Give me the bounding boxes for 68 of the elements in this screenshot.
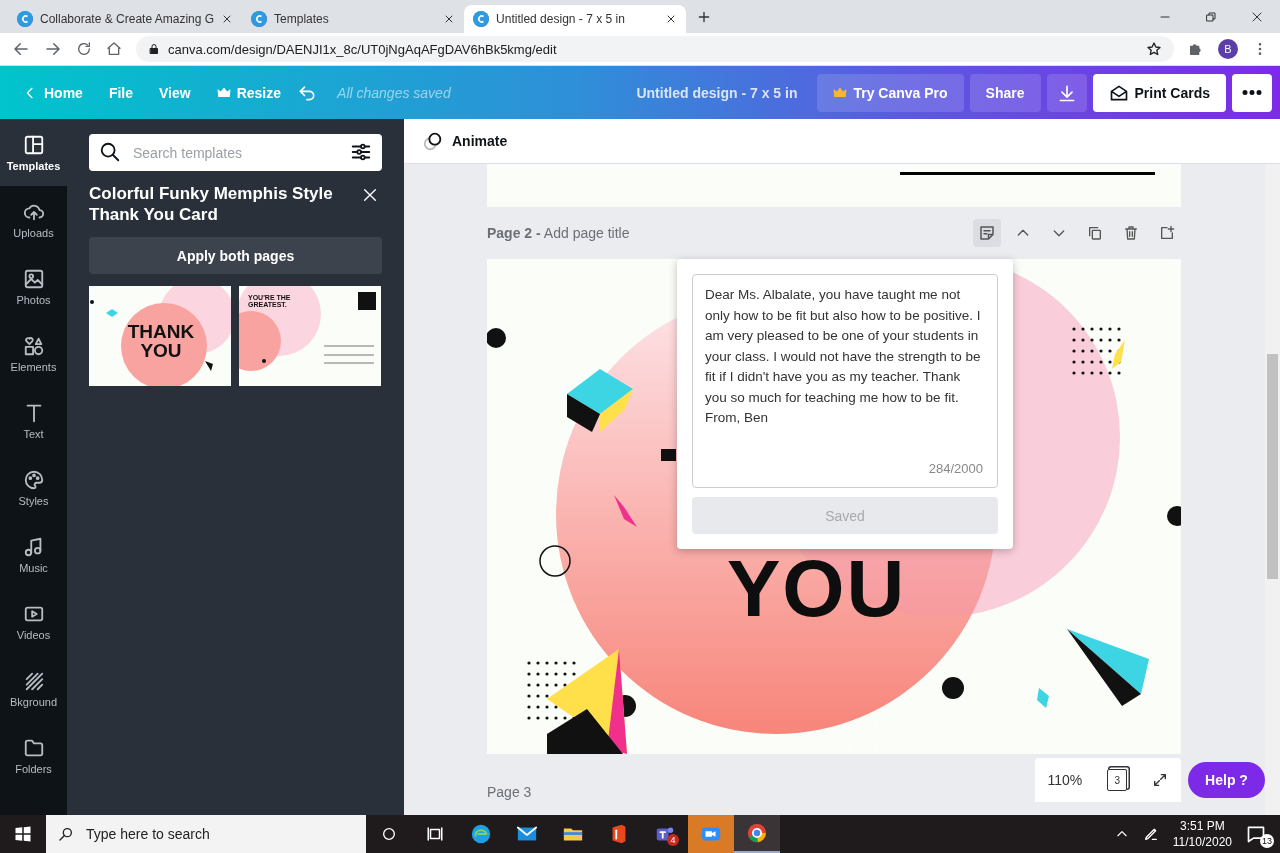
notification-count: 13 [1260, 834, 1274, 848]
crown-icon [216, 85, 231, 100]
share-button[interactable]: Share [969, 73, 1041, 112]
chrome-icon [746, 822, 768, 844]
add-page-icon [1159, 225, 1175, 241]
favicon-icon [473, 11, 490, 27]
search-field[interactable]: Search templates [89, 134, 382, 171]
card-text: YOU [727, 549, 907, 629]
crown-icon [833, 85, 848, 100]
trash-icon [1123, 225, 1139, 241]
clock[interactable]: 3:51 PM 11/10/2020 [1172, 818, 1232, 850]
copy-icon [1087, 225, 1103, 241]
print-cards-button[interactable]: Print Cards [1092, 73, 1226, 112]
page-count-button[interactable]: 3 [1107, 769, 1128, 791]
browser-tab[interactable]: Collaborate & Create Amazing G [8, 5, 243, 33]
close-icon [362, 187, 378, 203]
windows-icon [14, 825, 32, 843]
filter-sliders-icon [350, 141, 372, 163]
profile-avatar[interactable]: B [1218, 39, 1238, 59]
star-icon [1146, 41, 1162, 57]
notes-button[interactable] [973, 219, 1001, 247]
forward-arrow-icon [44, 40, 62, 58]
templates-icon [22, 133, 45, 156]
sidebar-item[interactable]: Templates [0, 119, 67, 186]
thumbnail-text: THANK YOU [126, 322, 196, 360]
favicon-icon [17, 11, 33, 27]
notification-badge: 4 [667, 834, 679, 846]
animate-button[interactable]: Animate [416, 129, 514, 153]
character-counter: 284/2000 [928, 459, 983, 478]
taskbar-app[interactable] [734, 815, 780, 853]
template-thumbnail[interactable]: THANK YOU [89, 286, 231, 386]
try-pro-button[interactable]: Try Canva Pro [817, 73, 964, 112]
task-view-icon [426, 825, 444, 843]
zoom-level-button[interactable]: 110% [1047, 772, 1083, 788]
taskbar-search-field[interactable]: Type here to search [46, 815, 366, 853]
browser-tab[interactable]: Untitled design - 7 x 5 in [464, 5, 687, 33]
page-label: Page 3 [487, 784, 533, 800]
apply-pages-button[interactable]: Apply both pages [89, 237, 382, 274]
pen-icon [1142, 826, 1159, 842]
restore-icon [1205, 10, 1217, 23]
home-icon [106, 41, 122, 57]
notes-field[interactable]: Dear Ms. Albalate, you have taught me not only how to be fit but also how to be positive. I am very pleased to be one of your students in your class. I would not have the strength to be fit if I didn't have you as my teacher. Thank you so much for teaching me how to be fit. From, Ben 284/2000 [692, 274, 998, 489]
template-title: Colorful Funky Memphis Style Thank You Card [89, 183, 334, 225]
reload-icon [76, 41, 92, 57]
browser-tab[interactable]: Templates [242, 5, 465, 33]
page-title-field[interactable]: Page 2 - Add page title [487, 225, 630, 241]
download-button[interactable] [1046, 73, 1087, 112]
favicon-icon [251, 11, 268, 27]
edge-icon [470, 823, 492, 845]
circles-icon [422, 130, 444, 152]
note-icon [978, 224, 996, 242]
save-status: All changes saved [337, 84, 451, 101]
address-bar[interactable]: canva.com/design/DAENJI1x_8c/UT0jNgAqAFgDAV6hBk5kmg/edit [136, 36, 1174, 62]
back-arrow-icon [12, 40, 30, 58]
close-icon [1251, 10, 1263, 23]
image-icon [22, 267, 45, 290]
circle-icon [381, 826, 397, 842]
expand-icon [1152, 772, 1169, 788]
lock-icon [148, 43, 160, 55]
more-button[interactable] [1232, 73, 1272, 112]
taskbar-app[interactable]: 4 [642, 815, 688, 853]
help-button[interactable]: Help ? [1188, 762, 1265, 798]
more-icon [1242, 90, 1262, 95]
scrollbar[interactable] [1265, 164, 1280, 816]
palette-icon [22, 468, 45, 491]
search-icon [58, 826, 74, 842]
puzzle-icon [1188, 41, 1204, 57]
shapes-icon [22, 334, 45, 357]
